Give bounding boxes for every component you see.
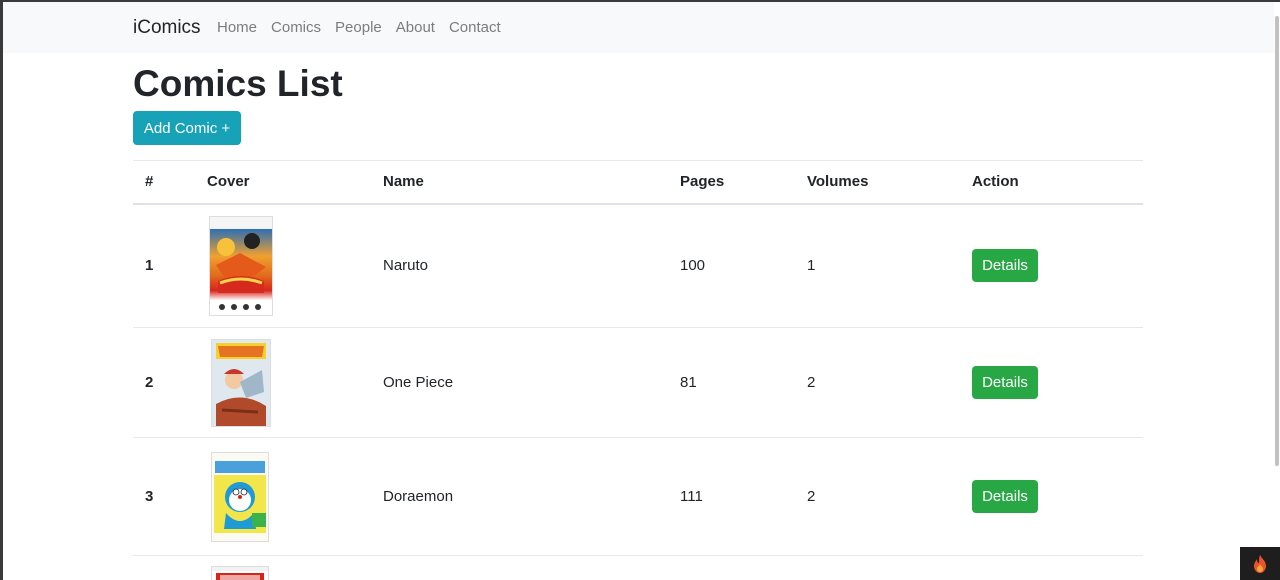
naruto-cover <box>209 215 273 316</box>
comic-cover-partial <box>211 566 269 580</box>
details-button[interactable]: Details <box>972 480 1038 513</box>
header-name: Name <box>371 160 668 205</box>
comic-volumes: 2 <box>795 327 960 438</box>
comic-volumes: 1 <box>795 203 960 328</box>
cover-cell <box>195 327 371 438</box>
scrollbar[interactable] <box>1274 2 1280 580</box>
cover-cell <box>195 203 371 328</box>
nav-links: Home Comics People About Contact <box>217 19 501 36</box>
row-number: 1 <box>133 203 195 328</box>
table-header-row: # Cover Name Pages Volumes Action <box>133 160 1143 205</box>
comic-volumes: 2 <box>795 437 960 556</box>
flame-icon <box>1254 554 1266 573</box>
header-pages: Pages <box>668 160 795 205</box>
comic-name: Doraemon <box>371 437 668 556</box>
action-cell-cutoff <box>960 555 1143 580</box>
nav-link-people[interactable]: People <box>335 19 382 36</box>
corner-badge[interactable] <box>1240 547 1280 580</box>
details-button[interactable]: Details <box>972 249 1038 283</box>
header-action: Action <box>960 160 1143 205</box>
details-button[interactable]: Details <box>972 366 1038 399</box>
comic-cover-partial-art <box>212 567 268 580</box>
page-title: Comics List <box>133 63 343 104</box>
doraemon-cover-art <box>212 452 268 541</box>
add-comic-button[interactable]: Add Comic + <box>133 111 241 145</box>
action-cell: Details <box>960 203 1143 328</box>
comic-name-cutoff <box>371 555 668 580</box>
doraemon-cover <box>211 451 269 542</box>
table-row: 1 Naruto 100 1 Details <box>133 203 1143 328</box>
comic-pages: 111 <box>668 437 795 556</box>
table-row: 3 Doraemon 111 2 Details <box>133 437 1143 556</box>
row-number: 2 <box>133 327 195 438</box>
comic-name: One Piece <box>371 327 668 438</box>
nav-link-contact[interactable]: Contact <box>449 19 501 36</box>
comic-pages-cutoff <box>668 555 795 580</box>
comic-pages: 81 <box>668 327 795 438</box>
action-cell: Details <box>960 327 1143 438</box>
comics-table: # Cover Name Pages Volumes Action 1 Naru… <box>133 160 1143 580</box>
one-piece-cover-art <box>212 339 270 426</box>
cover-cell <box>195 555 371 580</box>
scrollbar-thumb[interactable] <box>1275 16 1279 466</box>
comic-volumes-cutoff <box>795 555 960 580</box>
window-border-left <box>0 0 3 580</box>
row-number-cutoff <box>133 555 195 580</box>
nav-link-comics[interactable]: Comics <box>271 19 321 36</box>
action-cell: Details <box>960 437 1143 556</box>
comic-pages: 100 <box>668 203 795 328</box>
nav-link-home[interactable]: Home <box>217 19 257 36</box>
table-row: 2 One Piece 81 2 Details <box>133 327 1143 438</box>
navbar-brand[interactable]: iComics <box>133 17 201 39</box>
header-volumes: Volumes <box>795 160 960 205</box>
table-row <box>133 555 1143 580</box>
browser-viewport: iComics Home Comics People About Contact… <box>0 0 1280 580</box>
row-number: 3 <box>133 437 195 556</box>
one-piece-cover <box>211 338 271 427</box>
header-number: # <box>133 160 195 205</box>
nav-link-about[interactable]: About <box>396 19 435 36</box>
header-cover: Cover <box>195 160 371 205</box>
cover-cell <box>195 437 371 556</box>
comic-name: Naruto <box>371 203 668 328</box>
naruto-cover-art <box>210 216 272 310</box>
navbar: iComics Home Comics People About Contact <box>3 2 1274 53</box>
